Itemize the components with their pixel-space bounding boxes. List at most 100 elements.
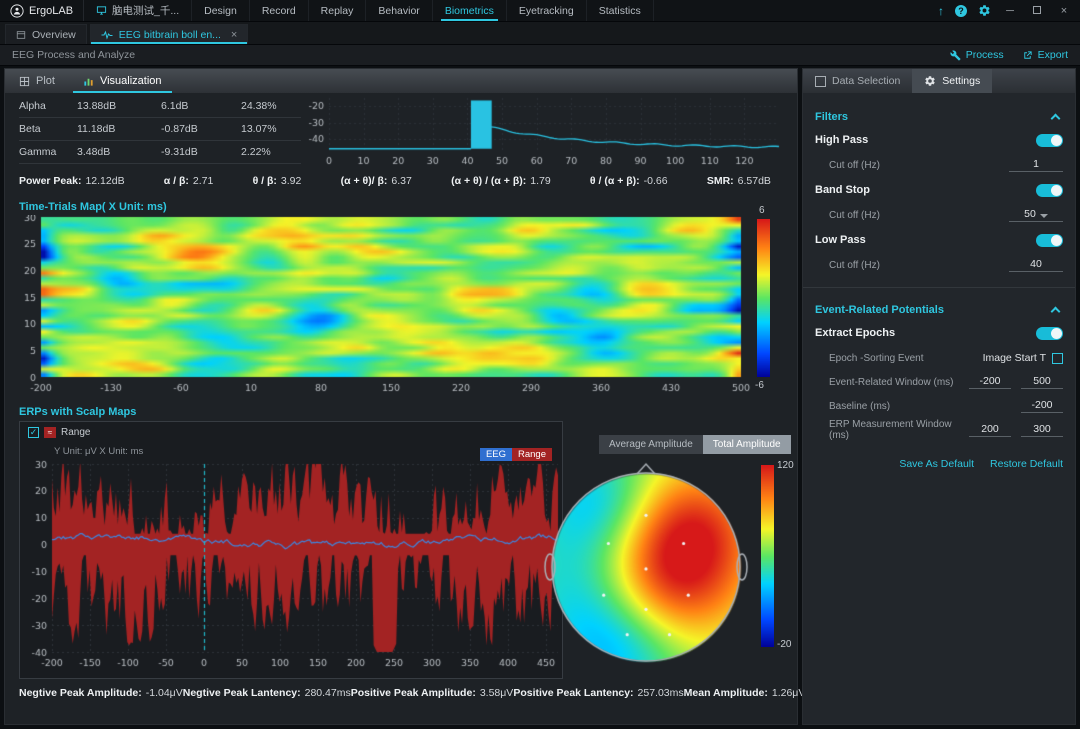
tab-data-selection[interactable]: Data Selection <box>803 69 912 93</box>
menu-item-statistics[interactable]: Statistics <box>587 0 654 21</box>
low-pass-toggle[interactable] <box>1036 234 1063 247</box>
eeg-wave-icon <box>101 30 113 40</box>
scalp-colorbar-max-label: 120 <box>777 460 794 471</box>
average-amplitude-button[interactable]: Average Amplitude <box>599 435 703 454</box>
settings-panel-tabs: Data Selection Settings <box>803 69 1075 93</box>
extract-epochs-row: Extract Epochs <box>815 320 1063 346</box>
extract-epochs-toggle[interactable] <box>1036 327 1063 340</box>
range-legend-row: ✓ ≈ Range <box>28 427 90 438</box>
menu-item-design[interactable]: Design <box>192 0 250 21</box>
range-label: Range <box>61 427 90 438</box>
axis-unit-note: Y Unit: μV X Unit: ms <box>54 446 143 457</box>
range-swatch-icon: ≈ <box>44 427 56 438</box>
erp-measure-to-field[interactable]: 300 <box>1021 423 1063 437</box>
export-button[interactable]: Export <box>1022 49 1068 61</box>
maximize-icon <box>1033 6 1041 14</box>
menu-item-record[interactable]: Record <box>250 0 309 21</box>
menu-item-biometrics[interactable]: Biometrics <box>433 0 507 21</box>
erp-window-from-field[interactable]: -200 <box>969 375 1011 389</box>
baseline-field[interactable]: -200 <box>1021 399 1063 413</box>
filters-section-header[interactable]: Filters <box>815 107 1063 127</box>
help-icon[interactable]: ? <box>955 5 967 17</box>
analysis-panel-tabs: Plot Visualization <box>5 69 797 93</box>
erp-window-row: Event-Related Window (ms) -200 500 <box>815 370 1063 394</box>
menu-item-eyetracking[interactable]: Eyetracking <box>507 0 587 21</box>
low-pass-cutoff-row: Cut off (Hz) 40 <box>815 253 1063 277</box>
tab-visualization[interactable]: Visualization <box>69 69 176 93</box>
tab-close-icon[interactable]: × <box>231 29 237 41</box>
tab-overview[interactable]: Overview <box>5 24 87 44</box>
epoch-sorting-checkbox[interactable] <box>1052 353 1063 364</box>
tab-plot[interactable]: Plot <box>5 69 69 93</box>
scalp-canvas <box>541 457 751 675</box>
epoch-sorting-row: Epoch -Sorting Event Image Start T <box>815 346 1063 370</box>
band-stop-row: Band Stop <box>815 177 1063 203</box>
breadcrumb: EEG Process and Analyze <box>12 49 135 61</box>
maximize-button[interactable] <box>1029 0 1045 22</box>
band-power-table: Alpha 13.88dB 6.1dB 24.38% Beta 11.18dB … <box>19 95 301 164</box>
stat-neg-peak-lat: Negtive Peak Lantency:280.47ms <box>183 687 351 699</box>
stat-mean-amp: Mean Amplitude:1.26μV <box>684 687 806 699</box>
menu-item-behavior[interactable]: Behavior <box>366 0 432 21</box>
stat-ratio-2: (α + θ) / (α + β):1.79 <box>451 175 551 187</box>
spectrum-canvas <box>303 93 783 169</box>
main-menu: 脑电测试_千... Design Record Replay Behavior … <box>84 0 654 21</box>
minimize-button[interactable]: ─ <box>1002 0 1018 22</box>
erp-section-header[interactable]: Event-Related Potentials <box>815 300 1063 320</box>
table-row-gamma: Gamma 3.48dB -9.31dB 2.22% <box>19 141 301 164</box>
close-button[interactable]: × <box>1056 0 1072 22</box>
colorbar-min-label: -6 <box>755 380 764 391</box>
visualization-icon <box>83 76 94 87</box>
settings-panel: Data Selection Settings Filters High Pas… <box>802 68 1076 725</box>
menu-item-replay[interactable]: Replay <box>309 0 367 21</box>
menu-item-project[interactable]: 脑电测试_千... <box>84 0 192 21</box>
app-name: ErgoLAB <box>29 5 73 17</box>
erp-window-to-field[interactable]: 500 <box>1021 375 1063 389</box>
low-pass-cutoff-field[interactable]: 40 <box>1009 258 1063 272</box>
high-pass-cutoff-row: Cut off (Hz) 1 <box>815 153 1063 177</box>
band-stop-cutoff-field[interactable]: 50 <box>1009 208 1063 222</box>
settings-gear-icon <box>924 75 936 87</box>
table-row-alpha: Alpha 13.88dB 6.1dB 24.38% <box>19 95 301 118</box>
time-trials-heatmap <box>15 215 759 395</box>
wrench-icon <box>950 50 961 61</box>
stat-pos-peak-amp: Positive Peak Amplitude:3.58μV <box>351 687 514 699</box>
baseline-row: Baseline (ms) -200 <box>815 394 1063 418</box>
titlebar: ErgoLAB 脑电测试_千... Design Record Replay B… <box>0 0 1080 22</box>
dropdown-caret-icon <box>1040 214 1048 218</box>
total-amplitude-button[interactable]: Total Amplitude <box>703 435 791 454</box>
stat-smr: SMR:6.57dB <box>707 175 771 187</box>
band-stop-cutoff-row: Cut off (Hz) 50 <box>815 203 1063 227</box>
erp-measure-from-field[interactable]: 200 <box>969 423 1011 437</box>
process-button[interactable]: Process <box>950 49 1004 61</box>
stat-power-peak: Power Peak:12.12dB <box>19 175 125 187</box>
erp-canvas <box>24 460 560 676</box>
erp-plot-box: ✓ ≈ Range Y Unit: μV X Unit: ms EEG Rang… <box>19 421 563 679</box>
time-trials-colorbar <box>757 219 770 377</box>
spectral-stats-row: Power Peak:12.12dB α / β:2.71 θ / β:3.92… <box>19 175 771 187</box>
stat-ratio-3: θ / (α + β):-0.66 <box>590 175 668 187</box>
time-trials-title: Time-Trials Map( X Unit: ms) <box>19 201 167 213</box>
gear-icon[interactable] <box>978 4 991 17</box>
epoch-sorting-value[interactable]: Image Start T <box>983 352 1063 364</box>
low-pass-row: Low Pass <box>815 227 1063 253</box>
erp-stats-row: Negtive Peak Amplitude:-1.04μV Negtive P… <box>19 687 747 699</box>
settings-content: Filters High Pass Cut off (Hz) 1 Band St… <box>803 93 1075 470</box>
tab-eeg-document[interactable]: EEG bitbrain boll en... × <box>90 24 249 44</box>
save-as-default-link[interactable]: Save As Default <box>899 458 974 470</box>
window-icon <box>16 30 26 40</box>
band-stop-toggle[interactable] <box>1036 184 1063 197</box>
high-pass-toggle[interactable] <box>1036 134 1063 147</box>
range-checkbox[interactable]: ✓ <box>28 427 39 438</box>
plot-icon <box>19 76 30 87</box>
monitor-icon <box>96 5 107 16</box>
toolbar: EEG Process and Analyze Process Export <box>0 45 1080 66</box>
upload-icon[interactable]: ↑ <box>938 4 944 18</box>
tab-settings[interactable]: Settings <box>912 69 992 93</box>
table-row-beta: Beta 11.18dB -0.87dB 13.07% <box>19 118 301 141</box>
stat-theta-beta: θ / β:3.92 <box>253 175 302 187</box>
high-pass-cutoff-field[interactable]: 1 <box>1009 158 1063 172</box>
high-pass-row: High Pass <box>815 127 1063 153</box>
scalp-colorbar-min-label: -20 <box>777 639 791 650</box>
restore-default-link[interactable]: Restore Default <box>990 458 1063 470</box>
